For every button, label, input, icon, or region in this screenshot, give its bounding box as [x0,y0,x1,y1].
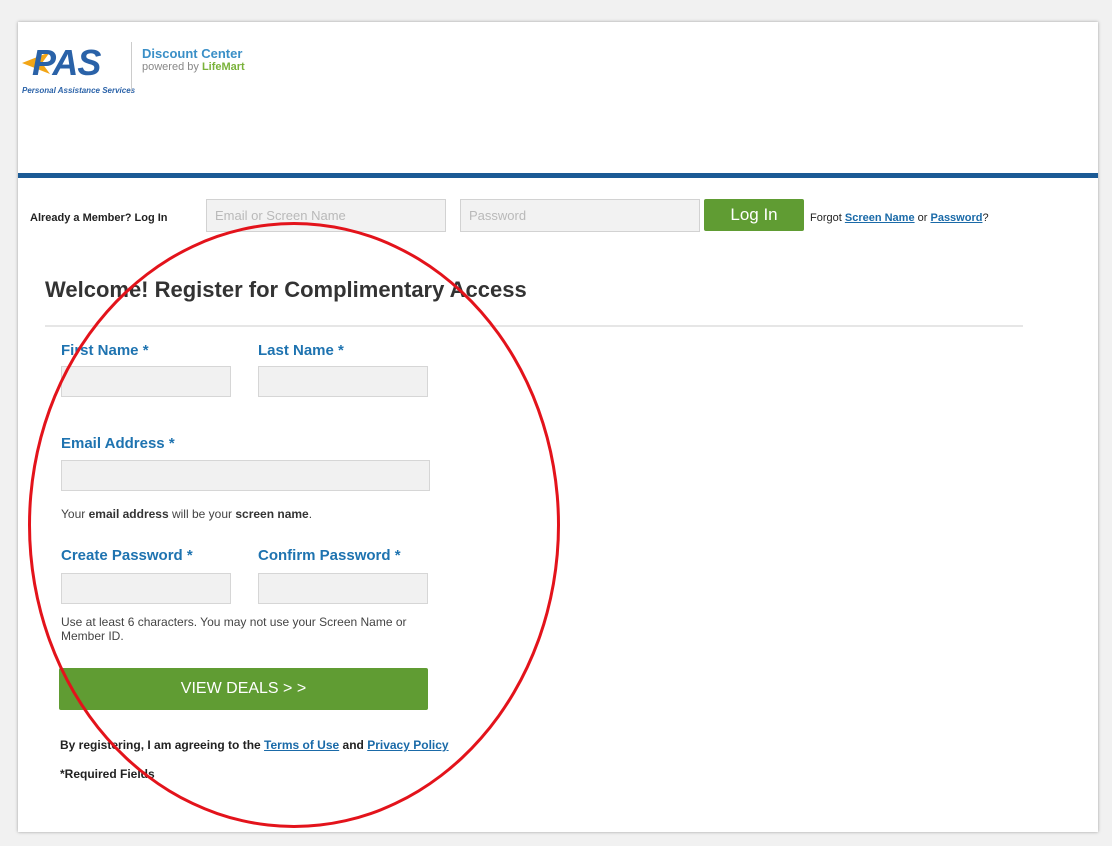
password-help-text: Use at least 6 characters. You may not u… [61,615,407,643]
last-name-label: Last Name * [258,342,344,359]
email-help-text: Your email address will be your screen n… [61,507,312,521]
agree-and: and [339,738,368,752]
terms-agreement: By registering, I am agreeing to the Ter… [60,738,449,752]
agree-prefix: By registering, I am agreeing to the [60,738,265,752]
first-name-field[interactable] [61,366,231,397]
required-fields-note: *Required Fields [60,767,155,781]
email-field[interactable] [61,460,430,491]
forgot-password-link[interactable]: Password [930,212,982,224]
terms-of-use-link[interactable]: Terms of Use [264,738,339,752]
email-help-part: . [308,507,313,521]
login-email-input[interactable] [206,199,446,232]
powered-by-prefix: powered by [142,61,202,73]
create-password-label: Create Password * [61,547,193,564]
email-help-emphasis: screen name [235,507,309,521]
page-title: Welcome! Register for Complimentary Acce… [45,277,527,302]
forgot-credentials: Forgot Screen Name or Password? [810,212,989,224]
email-help-part: Your [61,507,89,521]
lifemart-brand: LifeMart [201,61,245,73]
login-label: Already a Member? Log In [30,212,168,224]
discount-center-title: Discount Center [142,46,243,61]
forgot-prefix: Forgot [810,212,845,224]
forgot-suffix: ? [982,212,989,224]
confirm-password-label: Confirm Password * [258,547,401,564]
view-deals-button[interactable]: VIEW DEALS > > [59,668,428,710]
powered-by: powered by LifeMart [142,61,245,73]
privacy-policy-link[interactable]: Privacy Policy [367,738,448,752]
login-button[interactable]: Log In [704,199,804,231]
forgot-screen-name-link[interactable]: Screen Name [845,212,915,224]
last-name-field[interactable] [258,366,428,397]
pas-logo[interactable]: PAS Personal Assistance Services [22,42,136,104]
forgot-or: or [914,212,931,224]
confirm-password-field[interactable] [258,573,428,604]
title-divider [45,325,1023,327]
first-name-label: First Name * [61,342,149,359]
email-help-part: will be your [168,507,236,521]
page: PAS Personal Assistance Services Discoun… [18,22,1098,832]
create-password-field[interactable] [61,573,231,604]
login-password-input[interactable] [460,199,700,232]
header-divider-bar [18,173,1098,178]
email-label: Email Address * [61,435,175,452]
email-help-emphasis: email address [88,507,169,521]
logo-subtext: Personal Assistance Services [22,86,136,95]
logo-text: PAS [32,42,101,83]
logo-divider [131,42,132,92]
